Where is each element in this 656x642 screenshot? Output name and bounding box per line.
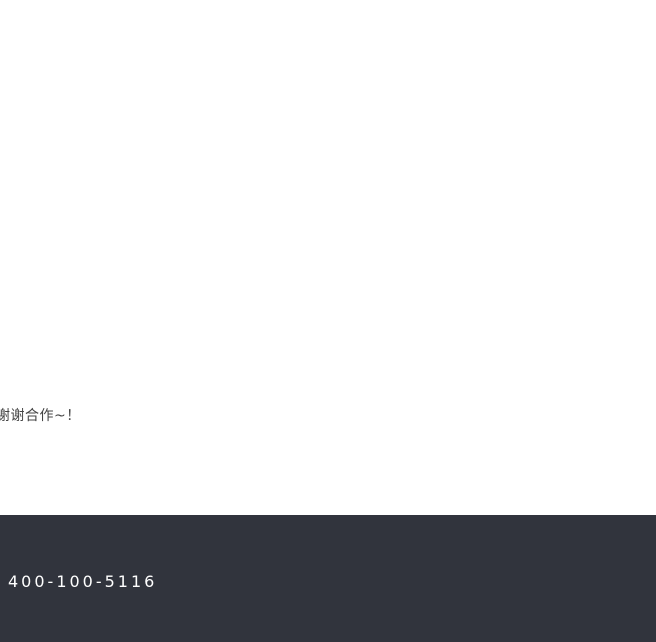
footer-phone-number: 400-100-5116 [8,572,158,591]
page: 谢谢合作~！ 400-100-5116 [0,0,656,642]
closing-text: 谢谢合作~！ [0,408,81,424]
content-area: 谢谢合作~！ [0,0,656,515]
footer: 400-100-5116 [0,515,656,642]
